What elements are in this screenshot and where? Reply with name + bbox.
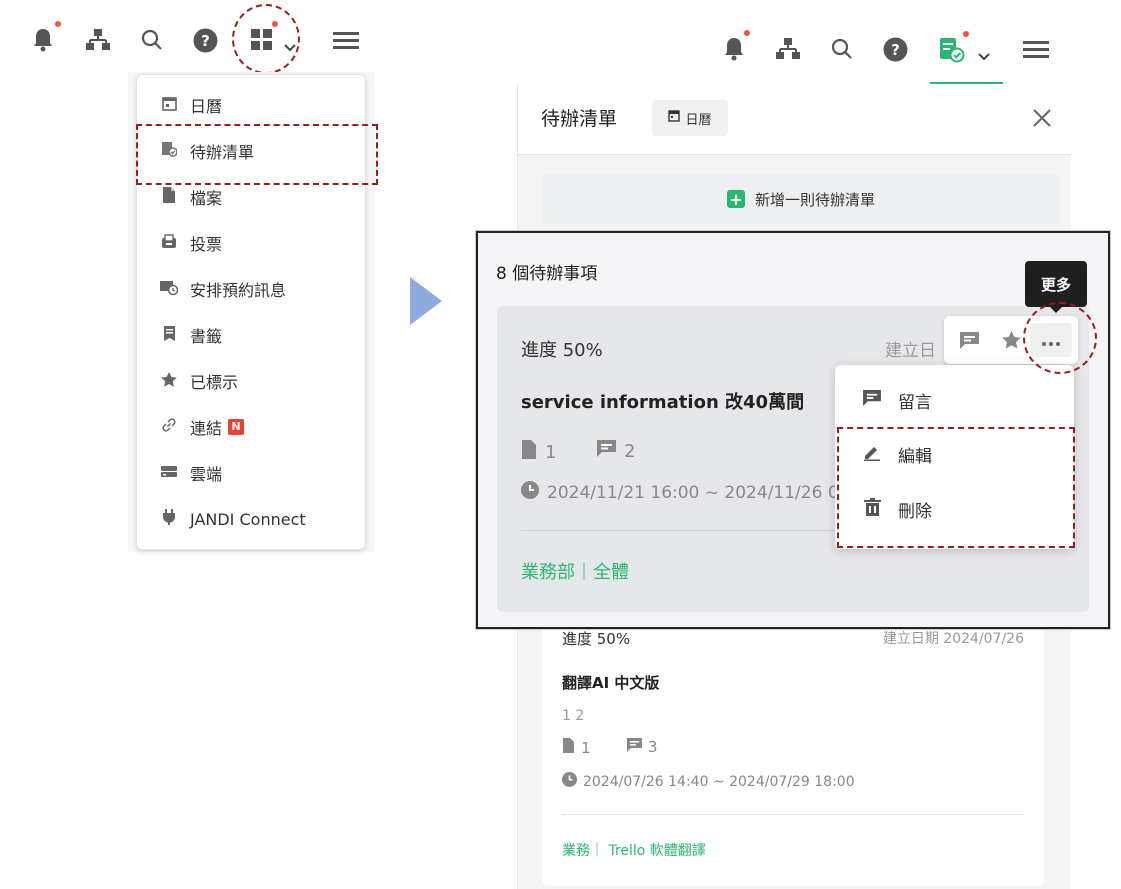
- menu-item-label: 連結: [190, 419, 223, 438]
- file-icon: [521, 440, 537, 464]
- date-range: 2024/11/21 16:00 ~ 2024/11/26 0: [521, 481, 839, 504]
- comment-count: 3: [627, 738, 658, 756]
- menu-item-vote[interactable]: 投票: [137, 220, 365, 266]
- file-count: 1: [562, 738, 591, 757]
- star-icon[interactable]: [1002, 331, 1021, 353]
- comment-count-value: 3: [648, 738, 658, 756]
- menu-item-jandi-connect[interactable]: JANDI Connect: [137, 496, 365, 542]
- created-date: 建立日: [885, 341, 936, 361]
- edit-delete-highlight-annotation: [837, 427, 1075, 548]
- todo-tags: 業務｜ Trello 軟體翻譯: [562, 843, 706, 859]
- search-icon[interactable]: [140, 28, 164, 57]
- todo-card[interactable]: 進度 50% 建立日期 2024/07/26 翻譯AI 中文版 1 2 1 3 …: [542, 604, 1044, 886]
- calendar-button-label: 日曆: [685, 112, 712, 128]
- todo-highlight-annotation: [136, 124, 378, 185]
- created-date: 建立日期 2024/07/26: [882, 631, 1024, 647]
- menu-item-label: 安排預約訊息: [190, 281, 287, 300]
- menu-item-label: JANDI Connect: [190, 509, 306, 529]
- bookmark-icon: [160, 325, 178, 345]
- help-icon[interactable]: ?: [883, 37, 908, 67]
- todo-subtext: 1 2: [562, 708, 585, 724]
- bell-icon[interactable]: [723, 36, 745, 67]
- menu-item-calendar[interactable]: 日曆: [137, 82, 365, 128]
- calendar-button[interactable]: 日曆: [652, 100, 728, 136]
- star-icon: [160, 371, 178, 391]
- svg-text:?: ?: [891, 41, 900, 59]
- file-icon: [562, 738, 575, 757]
- org-chart-icon[interactable]: [86, 29, 110, 56]
- menu-item-label: 檔案: [190, 189, 223, 208]
- menu-item-cloud[interactable]: 雲端: [137, 450, 365, 496]
- progress-text: 進度 50%: [521, 340, 603, 361]
- menu-item-scheduled-message[interactable]: 安排預約訊息: [137, 266, 365, 312]
- menu-item-comment[interactable]: 留言: [835, 373, 1074, 427]
- panel-title: 待辦清單: [541, 108, 618, 130]
- clock-icon: [521, 481, 539, 504]
- help-icon[interactable]: ?: [193, 28, 218, 58]
- file-count-value: 1: [545, 441, 557, 463]
- menu-item-label: 雲端: [190, 465, 223, 484]
- comment-icon[interactable]: [960, 332, 979, 353]
- plus-icon: +: [726, 190, 745, 209]
- card-divider: [562, 814, 1024, 815]
- calendar-icon: [160, 96, 178, 115]
- cloud-drive-icon: [160, 464, 178, 482]
- todo-title: 翻譯AI 中文版: [562, 674, 660, 692]
- file-count: 1: [521, 440, 556, 464]
- progress-text: 進度 50%: [562, 630, 631, 648]
- hamburger-icon[interactable]: [1023, 40, 1049, 65]
- menu-item-bookmarks[interactable]: 書籤: [137, 312, 365, 358]
- svg-text:?: ?: [201, 32, 210, 50]
- hamburger-icon[interactable]: [333, 31, 359, 56]
- panel-header: 待辦清單 日曆: [518, 84, 1071, 155]
- calendar-icon: [668, 110, 681, 126]
- comment-count: 2: [597, 440, 635, 462]
- org-chart-icon[interactable]: [776, 38, 800, 65]
- chevron-down-icon[interactable]: [978, 45, 990, 67]
- scheduled-message-icon: [160, 280, 179, 299]
- clock-icon: [562, 772, 577, 791]
- date-range-value: 2024/11/21 16:00 ~ 2024/11/26 0: [547, 482, 839, 503]
- plug-icon: [160, 509, 178, 529]
- todo-title: service information 改40萬間: [521, 392, 805, 413]
- menu-item-label: 已標示: [190, 373, 239, 392]
- link-icon: [160, 417, 178, 437]
- bell-icon[interactable]: [32, 27, 54, 58]
- menu-item-label: 留言: [898, 392, 932, 413]
- comment-icon: [627, 738, 642, 756]
- notification-dot: [963, 31, 969, 37]
- comment-count-value: 2: [624, 440, 636, 462]
- menu-item-label: 投票: [190, 235, 223, 254]
- comment-icon: [862, 390, 882, 410]
- file-count-value: 1: [581, 738, 591, 757]
- date-range-value: 2024/07/26 14:40 ~ 2024/07/29 18:00: [583, 773, 855, 790]
- new-badge: N: [228, 419, 245, 435]
- notification-dot: [744, 30, 750, 36]
- close-icon[interactable]: [1032, 108, 1052, 132]
- file-icon: [160, 187, 178, 207]
- notification-dot: [55, 21, 61, 27]
- search-icon[interactable]: [830, 37, 854, 66]
- more-tooltip: 更多: [1025, 261, 1087, 307]
- todo-count: 8 個待辦事項: [496, 264, 598, 284]
- date-range: 2024/07/26 14:40 ~ 2024/07/29 18:00: [562, 772, 855, 791]
- comment-icon: [597, 440, 616, 462]
- menu-item-links[interactable]: 連結 N: [137, 404, 365, 450]
- vote-icon: [160, 233, 178, 253]
- add-todo-label: 新增一則待辦清單: [754, 190, 875, 209]
- todo-tags: 業務部｜全體: [521, 562, 629, 583]
- more-highlight-annotation: [1023, 302, 1097, 374]
- add-todo-button[interactable]: + 新增一則待辦清單: [542, 174, 1060, 224]
- menu-item-starred[interactable]: 已標示: [137, 358, 365, 404]
- todo-icon[interactable]: [939, 37, 965, 68]
- transition-arrow: [410, 277, 442, 325]
- apps-highlight-annotation: [232, 4, 300, 74]
- menu-item-label: 書籤: [190, 327, 223, 346]
- menu-item-label: 日曆: [190, 97, 223, 116]
